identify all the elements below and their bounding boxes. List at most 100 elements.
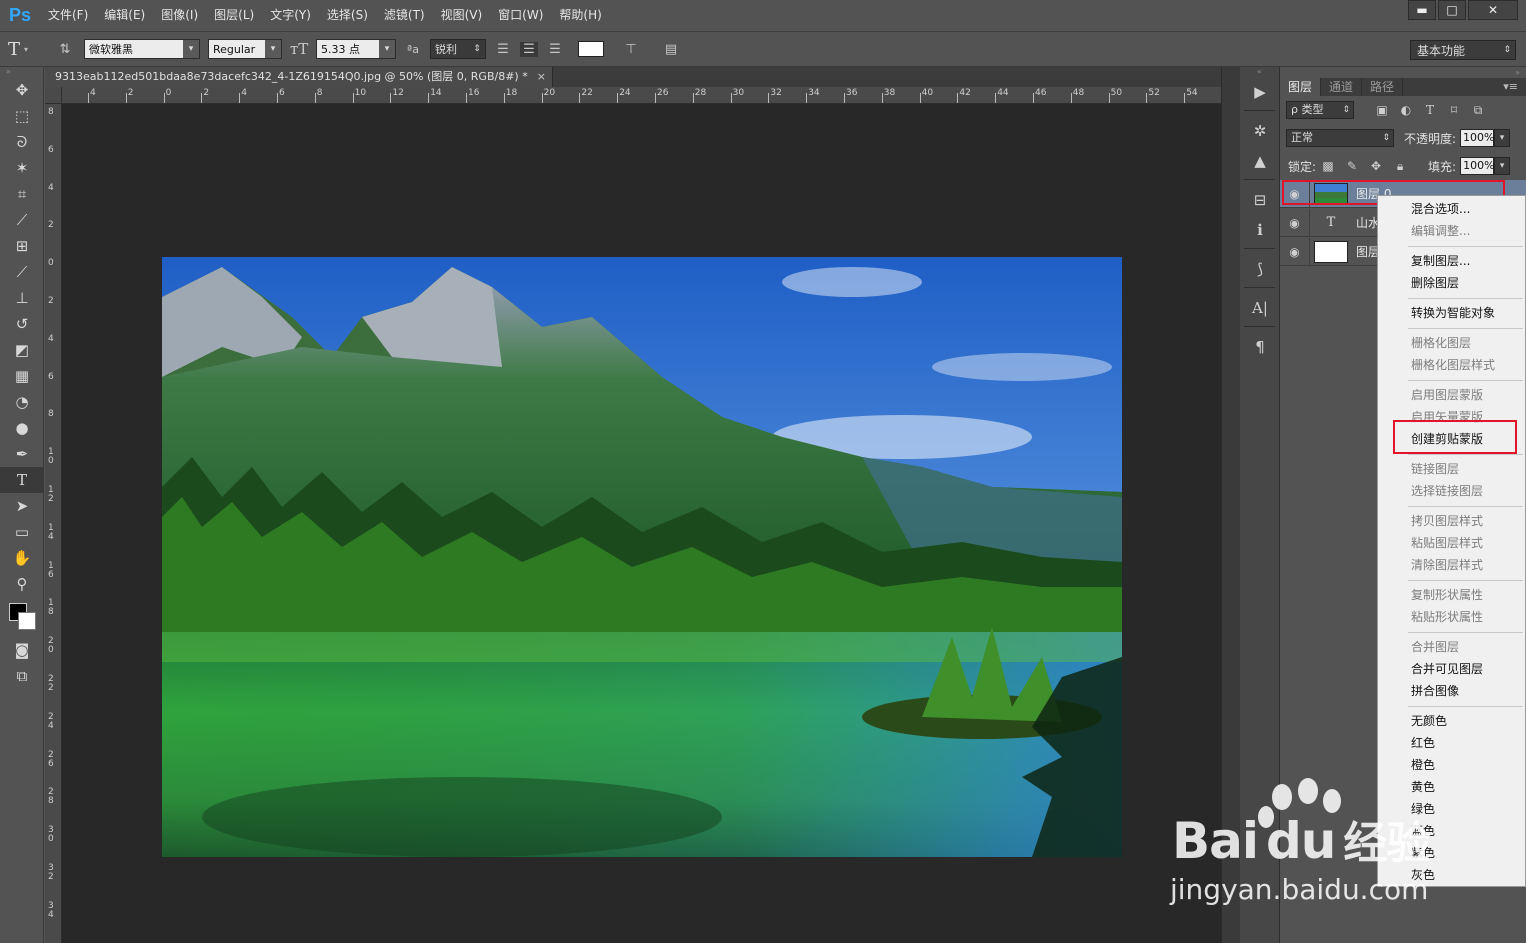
menu-item-8[interactable]: 窗口(W) [490,0,551,31]
ruler-origin[interactable] [45,87,62,104]
antialias-select[interactable]: 锐利 ⇕ [430,39,486,59]
fill-field[interactable]: 100% [1460,157,1495,175]
shape-filter-icon[interactable]: ⌑ [1442,103,1466,118]
minimize-button[interactable]: ▬ [1408,0,1436,20]
blend-mode-select[interactable]: 正常 ⇕ [1286,129,1394,147]
fill-slider-toggle[interactable]: ▾ [1494,157,1511,175]
quick-mask-icon[interactable]: ◙ [0,637,44,663]
menu-item-7[interactable]: 视图(V) [433,0,491,31]
eye-icon[interactable]: ◉ [1280,208,1310,237]
context-menu-item[interactable]: 无颜色 [1378,710,1525,732]
marquee-tool-icon[interactable]: ⬚ [0,103,44,129]
menu-item-4[interactable]: 文字(Y) [262,0,319,31]
type-tool-icon[interactable]: T [0,467,44,493]
adjustments-icon[interactable]: ⊟ [1240,185,1280,215]
workspace-select[interactable]: 基本功能 ⇕ [1410,40,1516,60]
menu-item-0[interactable]: 文件(F) [40,0,96,31]
context-menu-item[interactable]: 拼合图像 [1378,680,1525,702]
context-menu-item[interactable]: 复制图层... [1378,250,1525,272]
vertical-ruler[interactable]: 8 6 4 2 0 2 4 6 8 10 12 14 16 18 20 22 24 26 28 30 32 34 [45,104,62,943]
smart-object-filter-icon[interactable]: ⧉ [1466,103,1490,118]
clone-stamp-tool-icon[interactable]: ⊥ [0,285,44,311]
context-menu-item[interactable]: 转换为智能对象 [1378,302,1525,324]
info-icon[interactable]: ℹ [1240,215,1280,245]
context-menu-item[interactable]: 橙色 [1378,754,1525,776]
font-size-field[interactable]: 5.33 点 ▾ [316,39,396,59]
context-menu-item[interactable]: 合并可见图层 [1378,658,1525,680]
screen-mode-icon[interactable]: ⧉ [0,663,44,689]
menu-item-1[interactable]: 编辑(E) [96,0,153,31]
close-document-icon[interactable]: × [537,67,546,87]
character-panel-icon[interactable]: ▤ [662,42,680,57]
document-tab[interactable]: 9313eab112ed501bdaa8e73dacefc342_4-1Z619… [45,67,553,87]
menu-item-6[interactable]: 滤镜(T) [376,0,433,31]
eyedropper-tool-icon[interactable]: ⟋ [0,207,44,233]
lock-position-icon[interactable]: ✥ [1364,159,1388,173]
context-menu-item[interactable]: 红色 [1378,732,1525,754]
type-filter-icon[interactable]: T [1418,103,1442,118]
text-orientation-icon[interactable]: ⇅ [56,42,74,57]
pen-tool-icon[interactable]: ✒ [0,441,44,467]
opacity-slider-toggle[interactable]: ▾ [1494,129,1511,147]
brush-tool-icon[interactable]: ⟋ [0,259,44,285]
font-style-select[interactable]: Regular ▾ [208,39,282,59]
brush-presets-icon[interactable]: ⟆ [1240,254,1280,284]
canvas-area[interactable] [62,104,1221,943]
actions-play-icon[interactable]: ▶ [1240,77,1280,107]
context-menu-item: 复制形状属性 [1411,588,1484,602]
adjustment-filter-icon[interactable]: ◐ [1394,103,1418,118]
align-right-icon[interactable]: ☰ [546,42,564,57]
move-tool-icon[interactable]: ✥ [0,77,44,103]
blur-tool-icon[interactable]: ◔ [0,389,44,415]
eye-icon[interactable]: ◉ [1280,237,1310,266]
magic-wand-tool-icon[interactable]: ✶ [0,155,44,181]
menu-item-5[interactable]: 选择(S) [319,0,376,31]
context-menu-item[interactable]: 混合选项... [1378,198,1525,220]
menu-item-9[interactable]: 帮助(H) [551,0,609,31]
horizontal-ruler[interactable]: 4 2 0 2 4 6 8 10 12 14 16 18 20 22 24 26 28 30 32 34 36 38 40 4… [62,87,1221,104]
ruler-tick-label: 6 [48,144,54,155]
close-window-button[interactable]: ✕ [1468,0,1518,20]
panel-menu-icon[interactable]: ▾≡ [1503,78,1526,96]
healing-brush-tool-icon[interactable]: ⊞ [0,233,44,259]
paragraph-icon[interactable]: ¶ [1240,332,1280,362]
font-family-select[interactable]: 微软雅黑 ▾ [84,39,200,59]
lock-pixels-icon[interactable]: ✎ [1340,159,1364,173]
text-color-swatch[interactable] [578,41,604,57]
tab-paths[interactable]: 路径 [1362,78,1404,96]
hand-tool-icon[interactable]: ✋ [0,545,44,571]
tab-layers[interactable]: 图层 [1280,78,1322,96]
lasso-tool-icon[interactable]: ᘐ [0,129,44,155]
pixel-filter-icon[interactable]: ▣ [1370,103,1394,118]
history-brush-tool-icon[interactable]: ↺ [0,311,44,337]
character-icon[interactable]: A| [1240,293,1280,323]
tab-channels[interactable]: 通道 [1321,78,1363,96]
crop-tool-icon[interactable]: ⌗ [0,181,44,207]
dodge-tool-icon[interactable]: ● [0,415,44,441]
maximize-button[interactable]: □ [1438,0,1466,20]
align-center-icon[interactable]: ☰ [520,41,538,57]
histogram-icon[interactable]: ▲ [1240,146,1280,176]
landscape-photo[interactable] [162,257,1122,857]
eraser-tool-icon[interactable]: ◩ [0,337,44,363]
gradient-tool-icon[interactable]: ▦ [0,363,44,389]
panel-grip[interactable]: » [1280,67,1526,78]
opacity-field[interactable]: 100% [1460,129,1495,147]
path-selection-tool-icon[interactable]: ➤ [0,493,44,519]
align-left-icon[interactable]: ☰ [494,42,512,57]
lock-transparent-icon[interactable]: ▩ [1316,159,1340,173]
zoom-tool-icon[interactable]: ⚲ [0,571,44,597]
ruler-tick-label: 4 [241,88,247,98]
type-tool-preset[interactable]: T ▾ [8,39,56,60]
menu-item-3[interactable]: 图层(L) [206,0,262,31]
menu-item-2[interactable]: 图像(I) [153,0,206,31]
navigator-icon[interactable]: ✲ [1240,116,1280,146]
rectangle-tool-icon[interactable]: ▭ [0,519,44,545]
layer-filter-select[interactable]: ρ 类型 ⇕ [1286,101,1354,119]
panel-grip[interactable]: » [0,67,43,77]
panel-grip[interactable]: « [1240,67,1279,77]
context-menu-item[interactable]: 删除图层 [1378,272,1525,294]
warp-text-icon[interactable]: ⊤ [622,42,640,57]
background-color-swatch[interactable] [18,612,36,630]
lock-all-icon[interactable]: 🔒︎ [1388,159,1412,174]
